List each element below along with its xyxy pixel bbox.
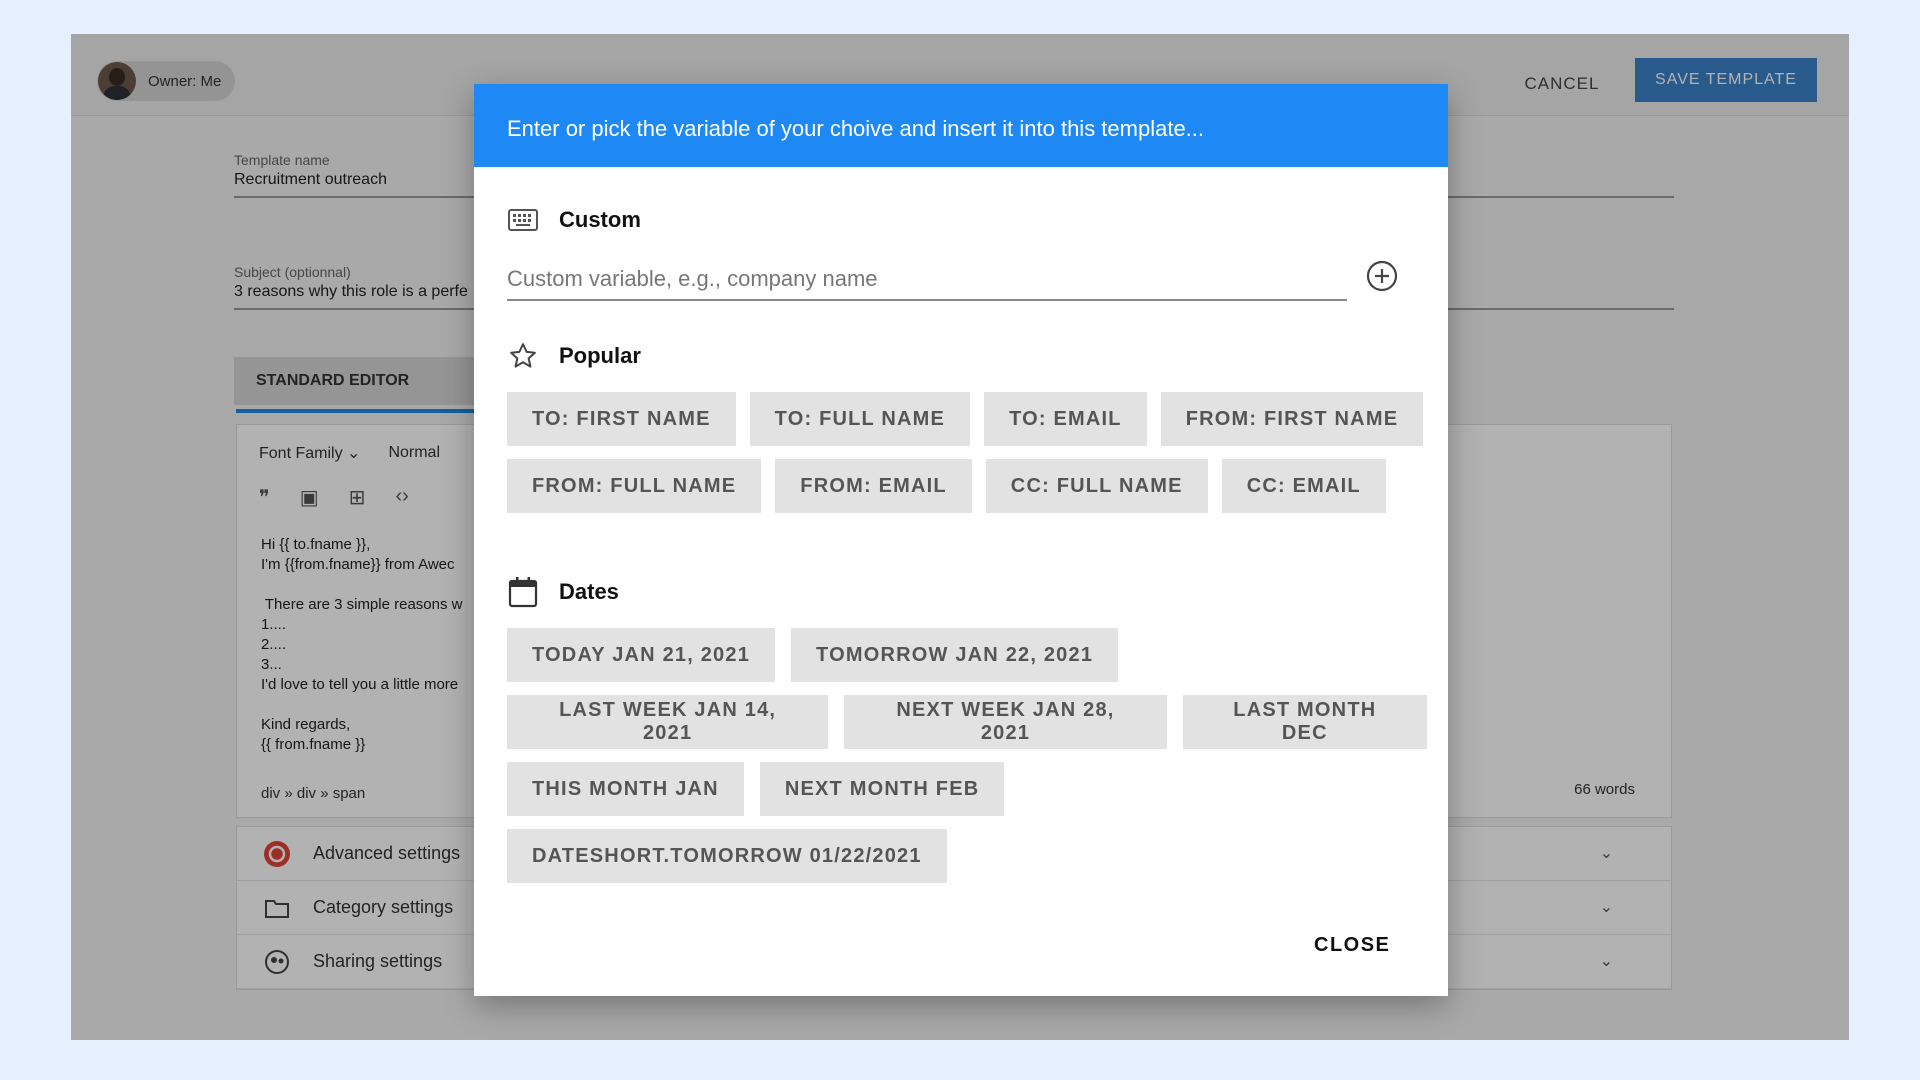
variable-chip[interactable]: THIS MONTH JAN [507,762,744,816]
variable-chip[interactable]: NEXT MONTH FEB [759,762,1005,816]
star-icon [507,340,539,372]
variable-chip[interactable]: FROM: FIRST NAME [1160,392,1424,446]
variable-chip[interactable]: TO: FIRST NAME [507,392,736,446]
variable-chip[interactable]: FROM: EMAIL [775,459,972,513]
variable-chip[interactable]: LAST MONTH DEC [1182,695,1427,749]
dates-chip-list: TODAY JAN 21, 2021 TOMORROW JAN 22, 2021 L… [507,628,1427,896]
dates-section-title: Dates [507,576,619,608]
popular-section-title: Popular [507,340,641,372]
custom-variable-input[interactable] [507,259,1347,301]
variable-chip[interactable]: TOMORROW JAN 22, 2021 [791,628,1119,682]
variable-chip[interactable]: CC: FULL NAME [985,459,1208,513]
custom-title: Custom [559,207,641,232]
calendar-icon [507,576,539,608]
variable-chip[interactable]: TO: FULL NAME [749,392,971,446]
variable-chip[interactable]: NEXT WEEK JAN 28, 2021 [844,695,1167,749]
add-circle-icon [1365,260,1399,296]
close-button[interactable]: CLOSE [1314,927,1390,963]
variable-chip[interactable]: TO: EMAIL [984,392,1147,446]
insert-variable-dialog: Enter or pick the variable of your choiv… [474,84,1448,996]
variable-chip[interactable]: LAST WEEK JAN 14, 2021 [507,695,829,749]
variable-chip[interactable]: TODAY JAN 21, 2021 [507,628,776,682]
variable-chip[interactable]: FROM: FULL NAME [507,459,762,513]
keyboard-icon [507,204,539,236]
popular-chip-list: TO: FIRST NAME TO: FULL NAME TO: EMAIL FROM… [507,392,1427,526]
popular-title: Popular [559,343,641,368]
dates-title: Dates [559,579,619,604]
variable-chip[interactable]: DATESHORT.TOMORROW 01/22/2021 [507,829,947,883]
custom-section-title: Custom [507,204,641,236]
variable-chip[interactable]: CC: EMAIL [1221,459,1386,513]
add-custom-variable-button[interactable] [1364,259,1400,295]
dialog-title: Enter or pick the variable of your choiv… [474,84,1448,167]
